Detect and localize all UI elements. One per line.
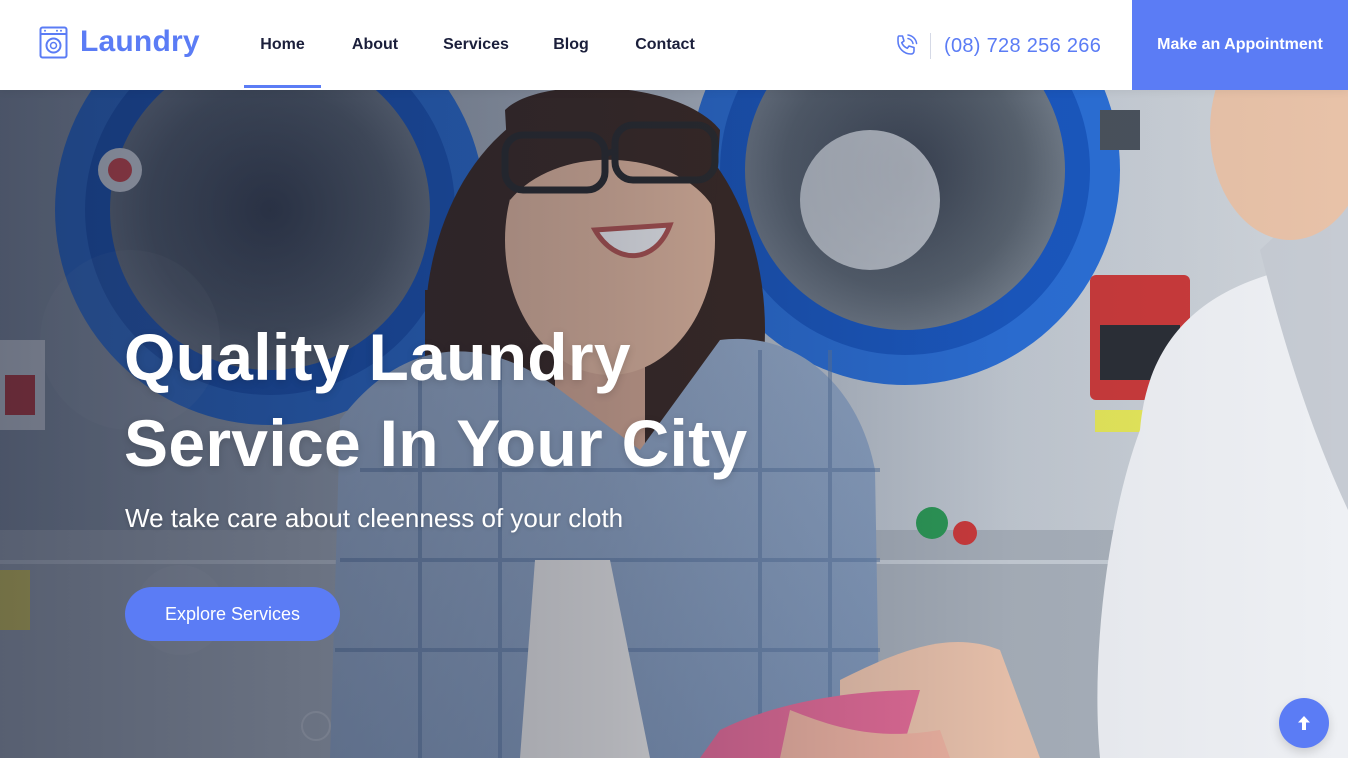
hero-title: Quality Laundry Service In Your City [124,314,884,486]
phone-icon [897,34,918,55]
hero-subtitle: We take care about cleenness of your clo… [125,503,624,533]
phone-divider [930,33,931,59]
nav-item-services[interactable]: Services [429,0,523,90]
brand-logo[interactable]: Laundry [39,25,200,59]
make-appointment-button[interactable]: Make an Appointment [1132,0,1348,90]
scroll-to-top-button[interactable] [1279,698,1329,748]
main-nav: Home About Services Blog Contact [244,0,711,90]
hero-section: Quality Laundry Service In Your City We … [0,90,1348,758]
header-phone[interactable]: (08) 728 256 266 [893,31,1101,61]
explore-services-button[interactable]: Explore Services [125,587,340,641]
washing-machine-icon [39,26,68,58]
brand-name: Laundry [80,25,200,58]
phone-number[interactable]: (08) 728 256 266 [944,35,1101,58]
hero-title-line-2: Service In Your City [124,406,748,480]
nav-item-home[interactable]: Home [244,0,321,90]
site-header: Laundry Home About Services Blog Contact… [0,0,1348,90]
nav-item-about[interactable]: About [321,0,429,90]
nav-item-blog[interactable]: Blog [523,0,619,90]
nav-item-contact[interactable]: Contact [619,0,711,90]
arrow-up-icon [1298,716,1310,730]
hero-title-line-1: Quality Laundry [124,320,631,394]
